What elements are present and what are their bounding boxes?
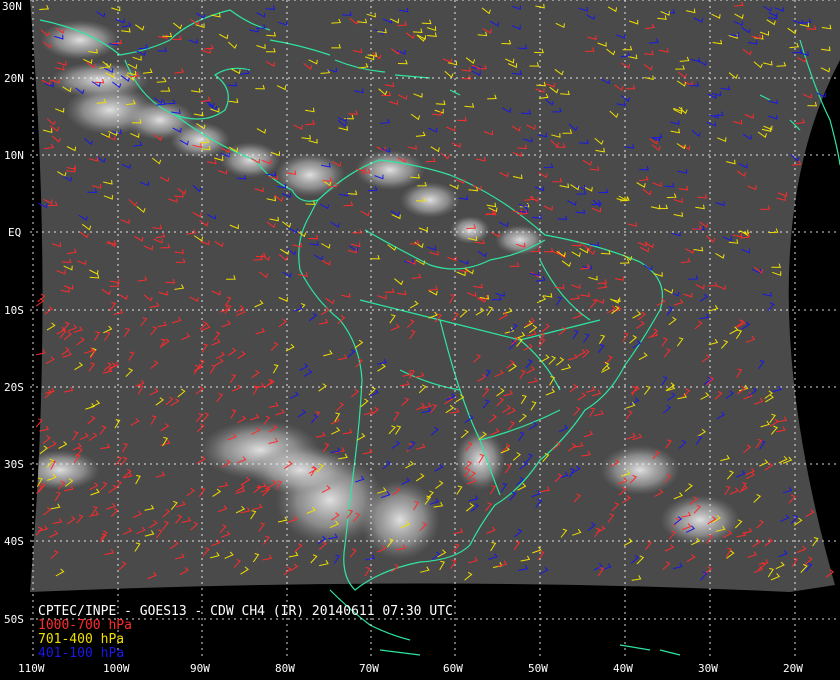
lat-label-10n: 10N	[4, 149, 24, 162]
lon-label-40w: 40W	[613, 662, 633, 675]
satellite-imagery	[30, 0, 840, 592]
lon-label-20w: 20W	[783, 662, 803, 675]
cloud-patch	[275, 153, 345, 197]
lon-label-90w: 90W	[190, 662, 210, 675]
cloud-patch	[170, 122, 230, 158]
legend-low-level: 1000-700 hPa	[38, 618, 132, 633]
map-canvas: 30N 20N 10N EQ 10S 20S 30S 40S 50S 110W …	[2, 0, 840, 675]
lon-label-110w: 110W	[18, 662, 45, 675]
cloud-patch	[250, 445, 350, 495]
lat-label-20n: 20N	[4, 72, 24, 85]
lat-label-20s: 20S	[4, 381, 24, 394]
lat-label-30s: 30S	[4, 458, 24, 471]
cloud-patch	[450, 216, 490, 244]
lat-label-40s: 40S	[4, 535, 24, 548]
cloud-patch	[600, 445, 680, 495]
longitude-labels: 110W 100W 90W 80W 70W 60W 50W 40W 30W 20…	[18, 662, 803, 675]
lon-label-50w: 50W	[528, 662, 548, 675]
lon-label-30w: 30W	[698, 662, 718, 675]
pressure-legend: 1000-700 hPa 701-400 hPa 401-100 hPa	[38, 618, 132, 661]
lon-label-80w: 80W	[275, 662, 295, 675]
legend-mid-level: 701-400 hPa	[38, 632, 124, 647]
lat-label-eq: EQ	[8, 226, 21, 239]
lon-label-100w: 100W	[103, 662, 130, 675]
latitude-labels: 30N 20N 10N EQ 10S 20S 30S 40S 50S	[2, 0, 24, 626]
cloud-patch	[360, 480, 440, 560]
legend-high-level: 401-100 hPa	[38, 646, 124, 661]
lon-label-60w: 60W	[443, 662, 463, 675]
lon-label-70w: 70W	[359, 662, 379, 675]
satellite-wind-map: 30N 20N 10N EQ 10S 20S 30S 40S 50S 110W …	[0, 0, 840, 680]
cloud-patch	[40, 20, 120, 60]
lat-label-50s: 50S	[4, 613, 24, 626]
map-title: CPTEC/INPE - GOES13 - CDW CH4 (IR) 20140…	[38, 604, 453, 619]
cloud-patch	[495, 225, 545, 255]
lat-label-10s: 10S	[4, 304, 24, 317]
cloud-patch	[660, 495, 740, 545]
cloud-patch	[30, 450, 100, 490]
lat-label-30n: 30N	[2, 0, 22, 13]
cloud-patch	[400, 182, 460, 218]
